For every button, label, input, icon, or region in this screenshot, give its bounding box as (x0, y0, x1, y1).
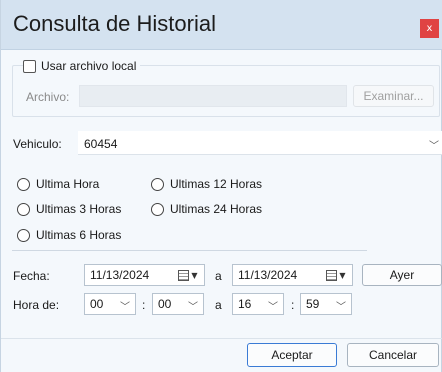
time-separator: a (215, 298, 222, 312)
close-button[interactable]: x (420, 19, 439, 38)
date-from-picker[interactable]: 11/13/2024 ▼ (84, 264, 205, 286)
radio-ultima-hora[interactable]: Ultima Hora (17, 177, 99, 191)
to-minute-value: 59 (306, 297, 320, 311)
radio-label: Ultima Hora (36, 177, 100, 191)
radio-label: Ultimas 24 Horas (170, 202, 263, 216)
accept-label: Aceptar (271, 348, 313, 362)
from-minute-select[interactable]: 00 ﹀ (152, 293, 204, 315)
to-minute-select[interactable]: 59 ﹀ (300, 293, 352, 315)
radio-button[interactable] (151, 177, 164, 191)
radio-button[interactable] (151, 202, 164, 216)
date-label: Fecha: (13, 269, 50, 283)
browse-button[interactable]: Examinar... (353, 85, 434, 107)
dropdown-arrow-icon: ▼ (191, 270, 198, 280)
radio-label: Ultimas 6 Horas (36, 228, 122, 242)
from-hour-select[interactable]: 00 ﹀ (84, 293, 136, 315)
date-to-calendar-button[interactable]: ▼ (321, 265, 351, 285)
chevron-down-icon: ﹀ (429, 141, 439, 152)
date-from-value: 11/13/2024 (90, 268, 150, 282)
separator (12, 250, 367, 251)
date-separator: a (215, 269, 222, 283)
radio-ultimas-3-horas[interactable]: Ultimas 3 Horas (17, 202, 121, 216)
yesterday-button[interactable]: Ayer (362, 264, 442, 286)
vehicle-value: 60454 (84, 137, 118, 151)
time-colon: : (291, 298, 295, 312)
dialog-window: Consulta de Historial x Usar archivo loc… (0, 0, 442, 372)
vehicle-label: Vehiculo: (13, 137, 62, 151)
use-local-file-checkbox[interactable] (23, 59, 36, 73)
to-hour-value: 16 (238, 297, 252, 311)
radio-button[interactable] (17, 202, 30, 216)
archivo-field[interactable] (79, 85, 347, 107)
dropdown-arrow-icon: ▼ (339, 270, 346, 280)
radio-label: Ultimas 12 Horas (170, 177, 263, 191)
chevron-down-icon: ﹀ (188, 302, 198, 313)
separator (1, 338, 442, 339)
title-bar[interactable]: Consulta de Historial x (1, 0, 442, 50)
archivo-label: Archivo: (26, 90, 70, 104)
calendar-icon (178, 269, 190, 281)
radio-ultimas-6-horas[interactable]: Ultimas 6 Horas (17, 228, 121, 242)
time-colon: : (142, 298, 146, 312)
cancel-label: Cancelar (368, 348, 418, 362)
from-minute-value: 00 (158, 297, 172, 311)
calendar-icon (326, 269, 338, 281)
radio-button[interactable] (17, 228, 30, 242)
use-local-file-option[interactable]: Usar archivo local (23, 58, 141, 74)
chevron-down-icon: ﹀ (120, 302, 130, 313)
from-hour-value: 00 (90, 297, 104, 311)
browse-label: Examinar... (363, 89, 424, 103)
time-label: Hora de: (13, 298, 60, 312)
date-to-picker[interactable]: 11/13/2024 ▼ (232, 264, 353, 286)
radio-ultimas-24-horas[interactable]: Ultimas 24 Horas (151, 202, 262, 216)
radio-ultimas-12-horas[interactable]: Ultimas 12 Horas (151, 177, 262, 191)
use-local-file-label: Usar archivo local (41, 59, 137, 73)
close-icon: x (426, 23, 433, 34)
date-from-calendar-button[interactable]: ▼ (173, 265, 203, 285)
radio-button[interactable] (17, 177, 30, 191)
chevron-down-icon: ﹀ (336, 302, 346, 313)
cancel-button[interactable]: Cancelar (347, 343, 439, 367)
yesterday-label: Ayer (389, 268, 415, 282)
chevron-down-icon: ﹀ (268, 302, 278, 313)
radio-label: Ultimas 3 Horas (36, 202, 122, 216)
window-title: Consulta de Historial (13, 11, 216, 36)
date-to-value: 11/13/2024 (238, 268, 298, 282)
vehicle-select[interactable]: 60454 ﹀ (78, 131, 442, 155)
to-hour-select[interactable]: 16 ﹀ (232, 293, 284, 315)
accept-button[interactable]: Aceptar (247, 343, 337, 367)
